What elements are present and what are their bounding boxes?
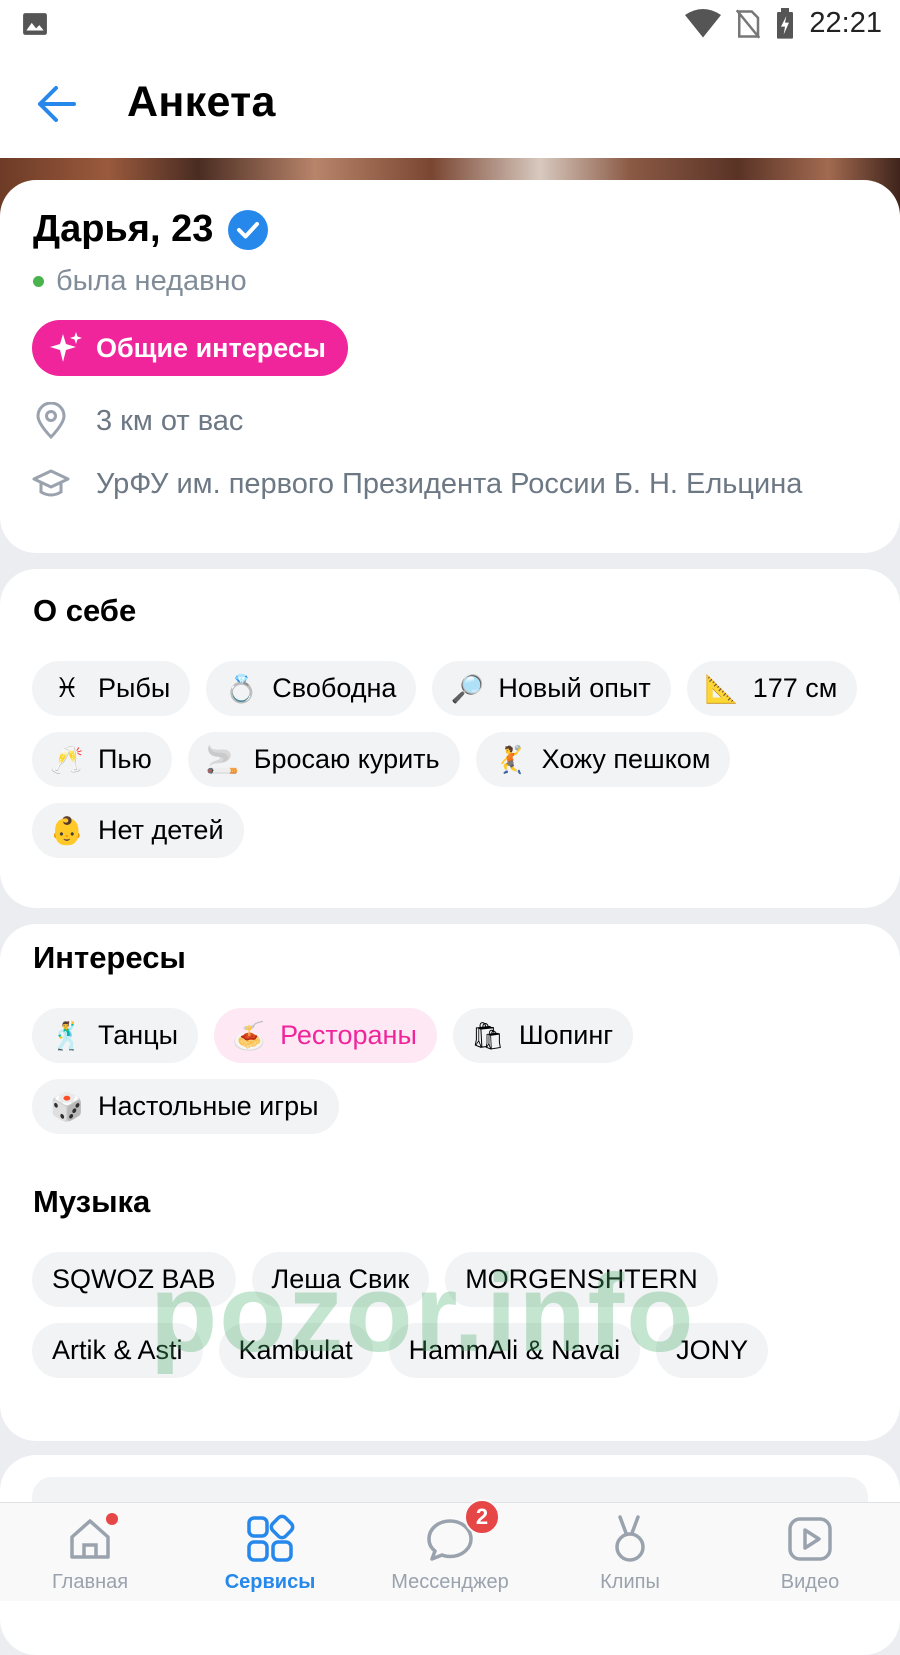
tab-messenger[interactable]: 2 Мессенджер bbox=[360, 1499, 540, 1601]
music-title: Музыка bbox=[33, 1184, 151, 1219]
sparkles-icon bbox=[50, 332, 82, 362]
profile-name: Дарья, 23 bbox=[33, 208, 214, 250]
about-title: О себе bbox=[33, 593, 137, 628]
about-chip[interactable]: 🤾 Хожу пешком bbox=[475, 732, 731, 787]
app-header: Анкета bbox=[0, 50, 900, 158]
unread-badge: 2 bbox=[464, 1499, 500, 1535]
no-sim-icon bbox=[736, 8, 761, 39]
ruler-icon: 📐 bbox=[704, 673, 739, 705]
video-icon bbox=[784, 1513, 836, 1565]
distance-text: 3 км от вас bbox=[96, 404, 244, 437]
interest-chip-highlighted[interactable]: 🍝 Рестораны bbox=[214, 1008, 437, 1063]
chip-label: Шопинг bbox=[518, 1020, 614, 1050]
interests-chips: 🕺 Танцы 🍝 Рестораны 🛍 Шопинг 🎲 Настольные иг… bbox=[32, 1008, 872, 1134]
chip-label: Пью bbox=[98, 744, 152, 774]
about-chip[interactable]: 👶 Нет детей bbox=[32, 803, 244, 858]
chip-label: Рестораны bbox=[280, 1020, 417, 1050]
graduation-cap-icon bbox=[32, 465, 70, 503]
about-chip[interactable]: 📐 177 см bbox=[686, 661, 858, 716]
about-chip[interactable]: ♓ Рыбы bbox=[32, 661, 191, 716]
common-interests-label: Общие интересы bbox=[96, 332, 326, 363]
status-bar: 22:21 bbox=[0, 0, 900, 50]
champagne-icon: 🥂 bbox=[50, 744, 84, 776]
tab-label: Главная bbox=[51, 1571, 129, 1593]
about-chips: ♓ Рыбы 💍 Свободна 🔎 Новый опыт 📐 177 см 🥂 Пью… bbox=[32, 661, 872, 858]
name-row: Дарья, 23 bbox=[33, 208, 269, 251]
chip-label: Свободна bbox=[272, 673, 397, 703]
interest-chip[interactable]: 🕺 Танцы bbox=[32, 1008, 199, 1063]
tab-services[interactable]: Сервисы bbox=[180, 1503, 360, 1601]
shopping-bags-icon: 🛍 bbox=[470, 1020, 506, 1052]
interest-chip[interactable]: 🎲 Настольные игры bbox=[32, 1079, 339, 1134]
common-interests-button[interactable]: Общие интересы bbox=[32, 320, 348, 376]
interest-chip[interactable]: 🛍 Шопинг bbox=[452, 1008, 634, 1063]
online-status-text: была недавно bbox=[56, 265, 247, 297]
music-chip[interactable]: JONY bbox=[656, 1323, 769, 1378]
online-status: была недавно bbox=[33, 265, 247, 298]
chip-label: Рыбы bbox=[98, 673, 171, 703]
services-icon bbox=[244, 1513, 296, 1565]
tab-clips[interactable]: Клипы bbox=[540, 1503, 720, 1601]
battery-icon bbox=[777, 7, 794, 39]
music-chip[interactable]: Леша Свик bbox=[251, 1252, 430, 1307]
spaghetti-icon: 🍝 bbox=[232, 1020, 266, 1052]
bottom-tab-bar: Главная Сервисы 2 Мессенджер Клипы Видео bbox=[0, 1499, 900, 1601]
music-chip[interactable]: SQWOZ BAB bbox=[32, 1252, 236, 1307]
chip-label: Танцы bbox=[98, 1020, 179, 1050]
baby-icon: 👶 bbox=[50, 815, 84, 847]
clock: 22:21 bbox=[809, 7, 882, 39]
music-chip[interactable]: HammAli & Navai bbox=[388, 1323, 641, 1378]
online-dot bbox=[33, 276, 44, 287]
chip-label: Нет детей bbox=[98, 815, 224, 845]
verified-icon bbox=[228, 209, 269, 250]
about-chip[interactable]: 💍 Свободна bbox=[206, 661, 417, 716]
ring-icon: 💍 bbox=[224, 673, 259, 705]
distance-row: 3 км от вас bbox=[32, 402, 243, 440]
home-icon bbox=[64, 1511, 120, 1565]
pisces-icon: ♓ bbox=[54, 673, 80, 704]
tab-label: Видео bbox=[780, 1571, 840, 1593]
chip-label: Настольные игры bbox=[98, 1091, 319, 1121]
education-row: УрФУ им. первого Президента России Б. Н.… bbox=[32, 465, 802, 503]
tab-label: Мессенджер bbox=[391, 1571, 509, 1593]
music-chips: SQWOZ BAB Леша Свик MORGENSHTERN Artik &… bbox=[32, 1252, 872, 1378]
music-chip[interactable]: Artik & Asti bbox=[32, 1323, 203, 1378]
chip-label: Хожу пешком bbox=[541, 744, 711, 774]
messenger-icon: 2 bbox=[424, 1499, 500, 1565]
dancer-icon: 🕺 bbox=[50, 1020, 84, 1052]
chip-label: Бросаю курить bbox=[253, 744, 440, 774]
cigarette-icon: 🚬 bbox=[205, 744, 240, 776]
dice-icon: 🎲 bbox=[50, 1091, 84, 1123]
music-chip[interactable]: MORGENSHTERN bbox=[445, 1252, 718, 1307]
tab-label: Сервисы bbox=[224, 1571, 316, 1593]
gallery-notification-icon bbox=[23, 13, 47, 35]
music-chip[interactable]: Kambulat bbox=[218, 1323, 373, 1378]
about-chip[interactable]: 🚬 Бросаю курить bbox=[187, 732, 460, 787]
tab-label: Клипы bbox=[600, 1571, 660, 1593]
page-title: Анкета bbox=[127, 78, 276, 126]
walking-icon: 🤾 bbox=[493, 744, 528, 776]
clips-icon bbox=[604, 1513, 656, 1565]
wifi-icon bbox=[685, 8, 722, 37]
profile-card: Дарья, 23 была недавно Общие интересы 3 … bbox=[0, 180, 900, 553]
about-card: О себе ♓ Рыбы 💍 Свободна 🔎 Новый опыт 📐 177 … bbox=[0, 569, 900, 908]
back-arrow-icon[interactable] bbox=[34, 84, 78, 124]
location-pin-icon bbox=[32, 402, 70, 440]
about-chip[interactable]: 🥂 Пью bbox=[32, 732, 172, 787]
tab-video[interactable]: Видео bbox=[720, 1503, 900, 1601]
education-text: УрФУ им. первого Президента России Б. Н.… bbox=[96, 467, 803, 500]
tab-home[interactable]: Главная bbox=[0, 1503, 180, 1601]
interests-card: Интересы 🕺 Танцы 🍝 Рестораны 🛍 Шопинг 🎲 Наст… bbox=[0, 924, 900, 1441]
notification-dot bbox=[104, 1511, 120, 1527]
interests-title: Интересы bbox=[33, 940, 186, 975]
chip-label: Новый опыт bbox=[498, 673, 651, 703]
magnifier-icon: 🔎 bbox=[450, 673, 485, 705]
about-chip[interactable]: 🔎 Новый опыт bbox=[432, 661, 671, 716]
chip-label: 177 см bbox=[752, 673, 838, 703]
